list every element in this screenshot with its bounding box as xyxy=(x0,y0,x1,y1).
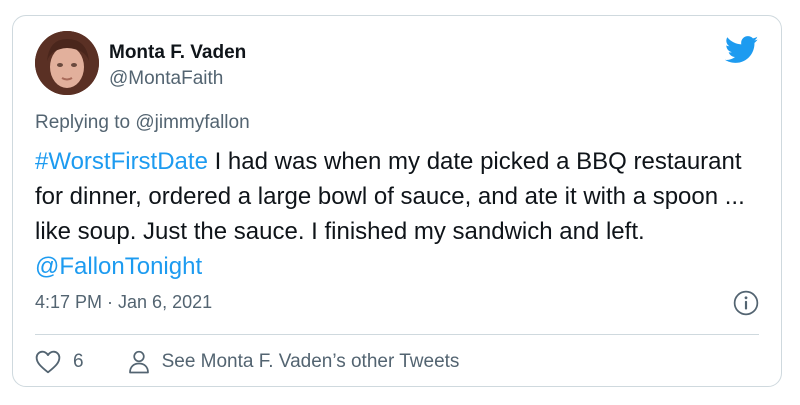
author-handle[interactable]: @MontaFaith xyxy=(109,68,223,90)
heart-icon xyxy=(35,350,61,374)
other-tweets-label: See Monta F. Vaden’s other Tweets xyxy=(161,351,460,372)
person-icon xyxy=(128,350,149,374)
reply-context: Replying to @jimmyfallon xyxy=(35,112,250,134)
tweet-text: #WorstFirstDate I had was when my date p… xyxy=(35,144,755,284)
like-count: 6 xyxy=(73,351,84,372)
avatar-image xyxy=(35,31,99,95)
avatar[interactable] xyxy=(35,31,99,95)
other-tweets-link[interactable]: See Monta F. Vaden’s other Tweets xyxy=(128,350,460,374)
author-name[interactable]: Monta F. Vaden xyxy=(109,42,246,64)
tweet-card[interactable]: Monta F. Vaden @MontaFaith Replying to @… xyxy=(12,15,782,387)
reply-prefix: Replying to xyxy=(35,112,131,133)
timestamp-link[interactable]: 4:17 PM · Jan 6, 2021 xyxy=(35,292,212,313)
twitter-bird-icon[interactable] xyxy=(724,36,759,64)
like-button[interactable]: 6 xyxy=(35,350,84,374)
divider xyxy=(35,334,759,335)
mention-link[interactable]: @FallonTonight xyxy=(35,253,202,280)
reply-mention-link[interactable]: @jimmyfallon xyxy=(135,112,249,133)
hashtag-link[interactable]: #WorstFirstDate xyxy=(35,148,208,175)
tweet-actions: 6 See Monta F. Vaden’s other Tweets xyxy=(35,346,459,378)
info-icon[interactable] xyxy=(733,290,759,316)
